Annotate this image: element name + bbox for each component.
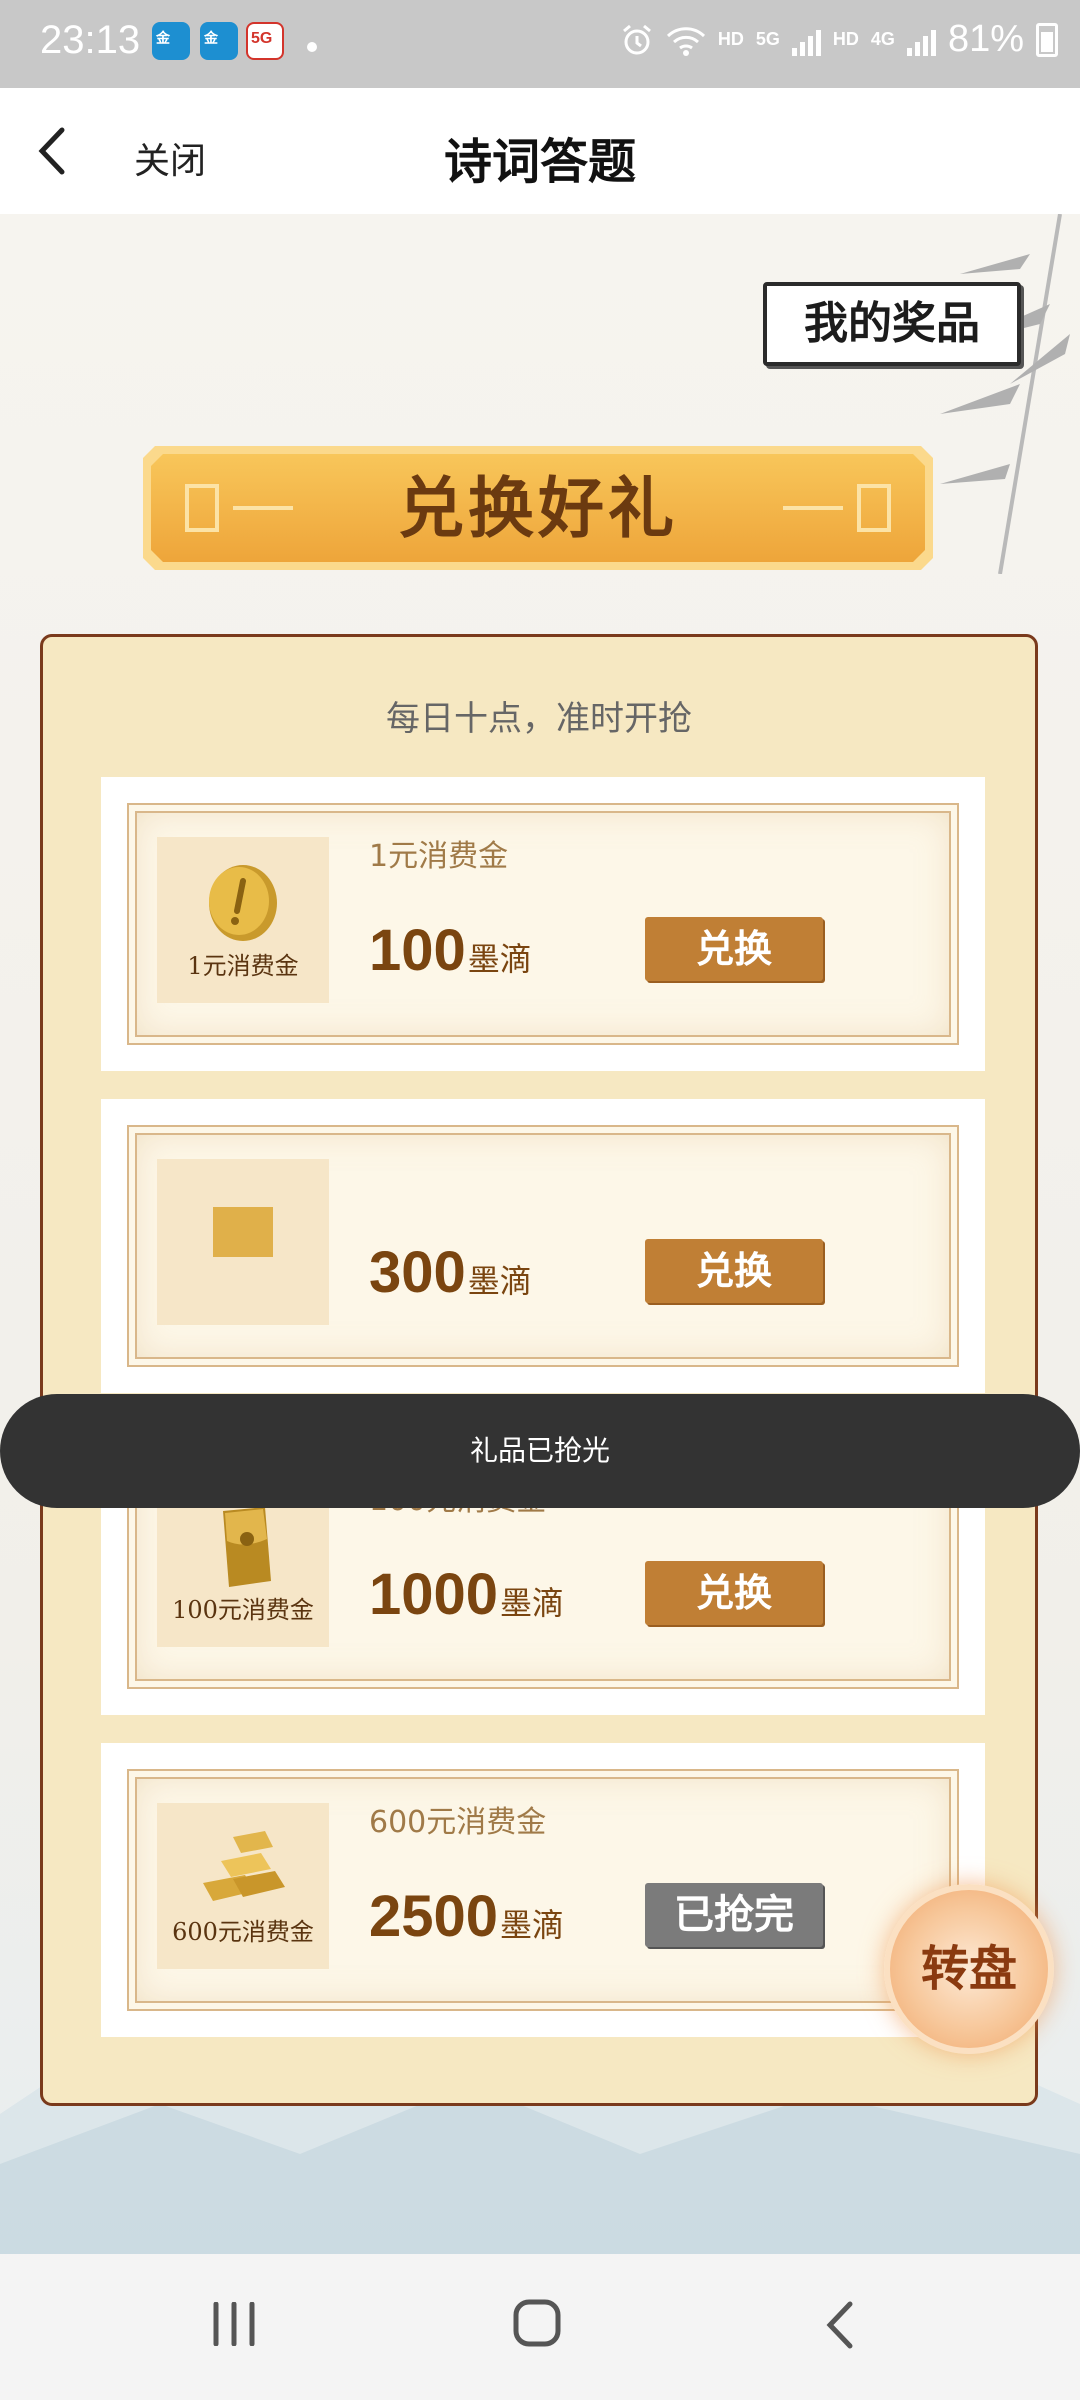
price-unit: 墨滴 — [467, 940, 532, 978]
sig1-label: 5G — [755, 29, 780, 49]
sig2-label: 4G — [870, 29, 895, 49]
exchange-button[interactable]: 兑换 — [645, 1561, 823, 1625]
gold-bars-icon — [203, 1831, 285, 1901]
battery-icon — [1036, 22, 1058, 57]
hd-label: HD — [717, 29, 744, 49]
banner-title: 兑换好礼 — [398, 469, 678, 547]
5g-app-icon: 5G — [246, 22, 284, 60]
price-value: 300 — [369, 1240, 466, 1305]
prize-price: 2500墨滴 — [369, 1883, 564, 1950]
sold-out-button[interactable]: 已抢完 — [645, 1883, 823, 1947]
back-icon[interactable] — [822, 2298, 858, 2352]
prize-name: 600元消费金 — [369, 1805, 547, 1840]
status-time: 23:13 — [40, 18, 141, 62]
reward-card: 1元消费金 1元消费金 100墨滴 兑换 — [101, 777, 985, 1071]
price-unit: 墨滴 — [500, 1584, 565, 1622]
alarm-icon — [622, 24, 651, 54]
app-notification-icon: 金 — [200, 22, 238, 60]
reward-card: 300墨滴 兑换 — [101, 1099, 985, 1393]
gift-icon — [213, 1207, 273, 1257]
toast-message: 礼品已抢光 — [0, 1394, 1080, 1508]
wifi-icon — [666, 26, 705, 56]
panel-subtitle: 每日十点，准时开抢 — [386, 699, 692, 739]
exchange-button[interactable]: 兑换 — [645, 917, 823, 981]
battery-percent: 81% — [947, 18, 1024, 60]
home-icon[interactable] — [512, 2298, 562, 2348]
reward-card: 600元消费金 600元消费金 2500墨滴 已抢完 — [101, 1743, 985, 2037]
exchange-button[interactable]: 兑换 — [645, 1239, 823, 1303]
signal-icon — [791, 24, 821, 56]
my-prizes-button[interactable]: 我的奖品 — [763, 282, 1021, 366]
app-header: 关闭 诗词答题 — [0, 88, 1080, 214]
price-value: 1000 — [369, 1562, 499, 1627]
more-notifications-dot — [307, 42, 317, 52]
exchange-banner: 兑换好礼 — [143, 446, 933, 570]
main-content: 我的奖品 兑换好礼 每日十点，准时开抢 1元消费金 1元消费金 100墨滴 兑换… — [0, 214, 1080, 2254]
thumb-label: 600元消费金 — [172, 1918, 314, 1946]
thumb-label: 1元消费金 — [187, 952, 299, 980]
status-bar: 23:13 金 金 5G HD 5G HD 4G 81% — [0, 0, 1080, 88]
system-nav-bar — [0, 2254, 1080, 2400]
thumb-label: 100元消费金 — [172, 1596, 314, 1624]
prize-price: 1000墨滴 — [369, 1561, 564, 1628]
red-packet-icon — [223, 1507, 271, 1587]
rewards-panel: 每日十点，准时开抢 1元消费金 1元消费金 100墨滴 兑换 300墨滴 兑换 … — [40, 634, 1038, 2106]
price-value: 2500 — [369, 1884, 499, 1949]
reward-thumbnail: 600元消费金 — [157, 1803, 329, 1969]
price-unit: 墨滴 — [500, 1906, 565, 1944]
price-value: 100 — [369, 918, 466, 983]
app-notification-icon: 金 — [152, 22, 190, 60]
hd-label-2: HD — [832, 29, 859, 49]
prize-name: 1元消费金 — [369, 839, 509, 874]
reward-thumbnail — [157, 1159, 329, 1325]
reward-thumbnail: 1元消费金 — [157, 837, 329, 1003]
signal-icon-2 — [906, 24, 936, 56]
prize-price: 300墨滴 — [369, 1239, 532, 1306]
page-title: 诗词答题 — [443, 134, 636, 190]
status-indicators: HD 5G HD 4G 81% — [620, 18, 1058, 61]
recent-apps-icon[interactable] — [210, 2302, 260, 2346]
lucky-wheel-button[interactable]: 转盘 — [884, 1884, 1054, 2054]
prize-price: 100墨滴 — [369, 917, 532, 984]
price-unit: 墨滴 — [467, 1262, 532, 1300]
gold-coin-icon — [209, 865, 277, 941]
